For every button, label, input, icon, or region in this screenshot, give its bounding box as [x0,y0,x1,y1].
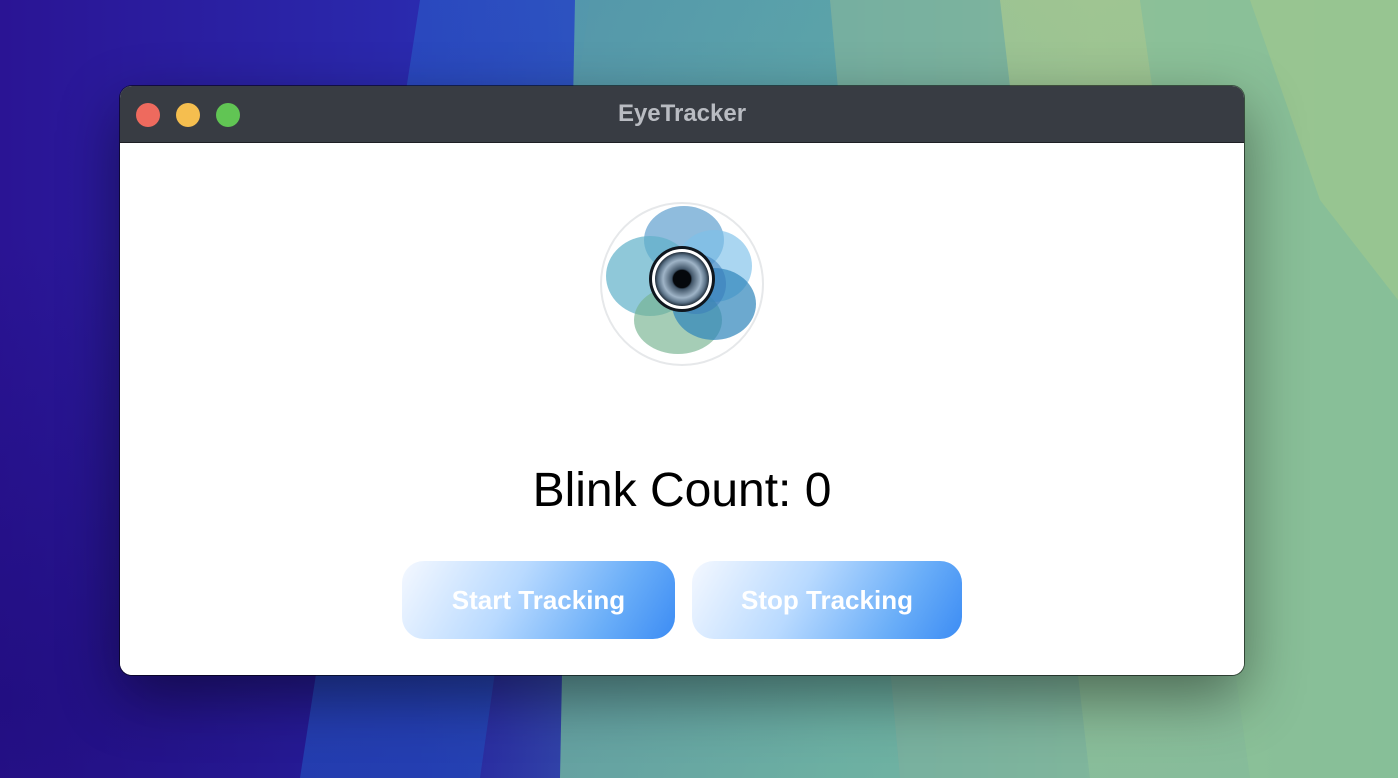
title-bar[interactable]: EyeTracker [120,86,1244,143]
app-window: EyeTracker Blink Count: 0 Start Tracking… [120,86,1244,675]
eye-logo-icon [596,198,768,370]
stop-tracking-button[interactable]: Stop Tracking [692,561,962,639]
window-title: EyeTracker [617,100,747,127]
main-content: Blink Count: 0 Start Tracking Stop Track… [120,143,1244,675]
blink-count-label: Blink Count: 0 [532,464,832,517]
start-tracking-button[interactable]: Start Tracking [402,561,675,639]
